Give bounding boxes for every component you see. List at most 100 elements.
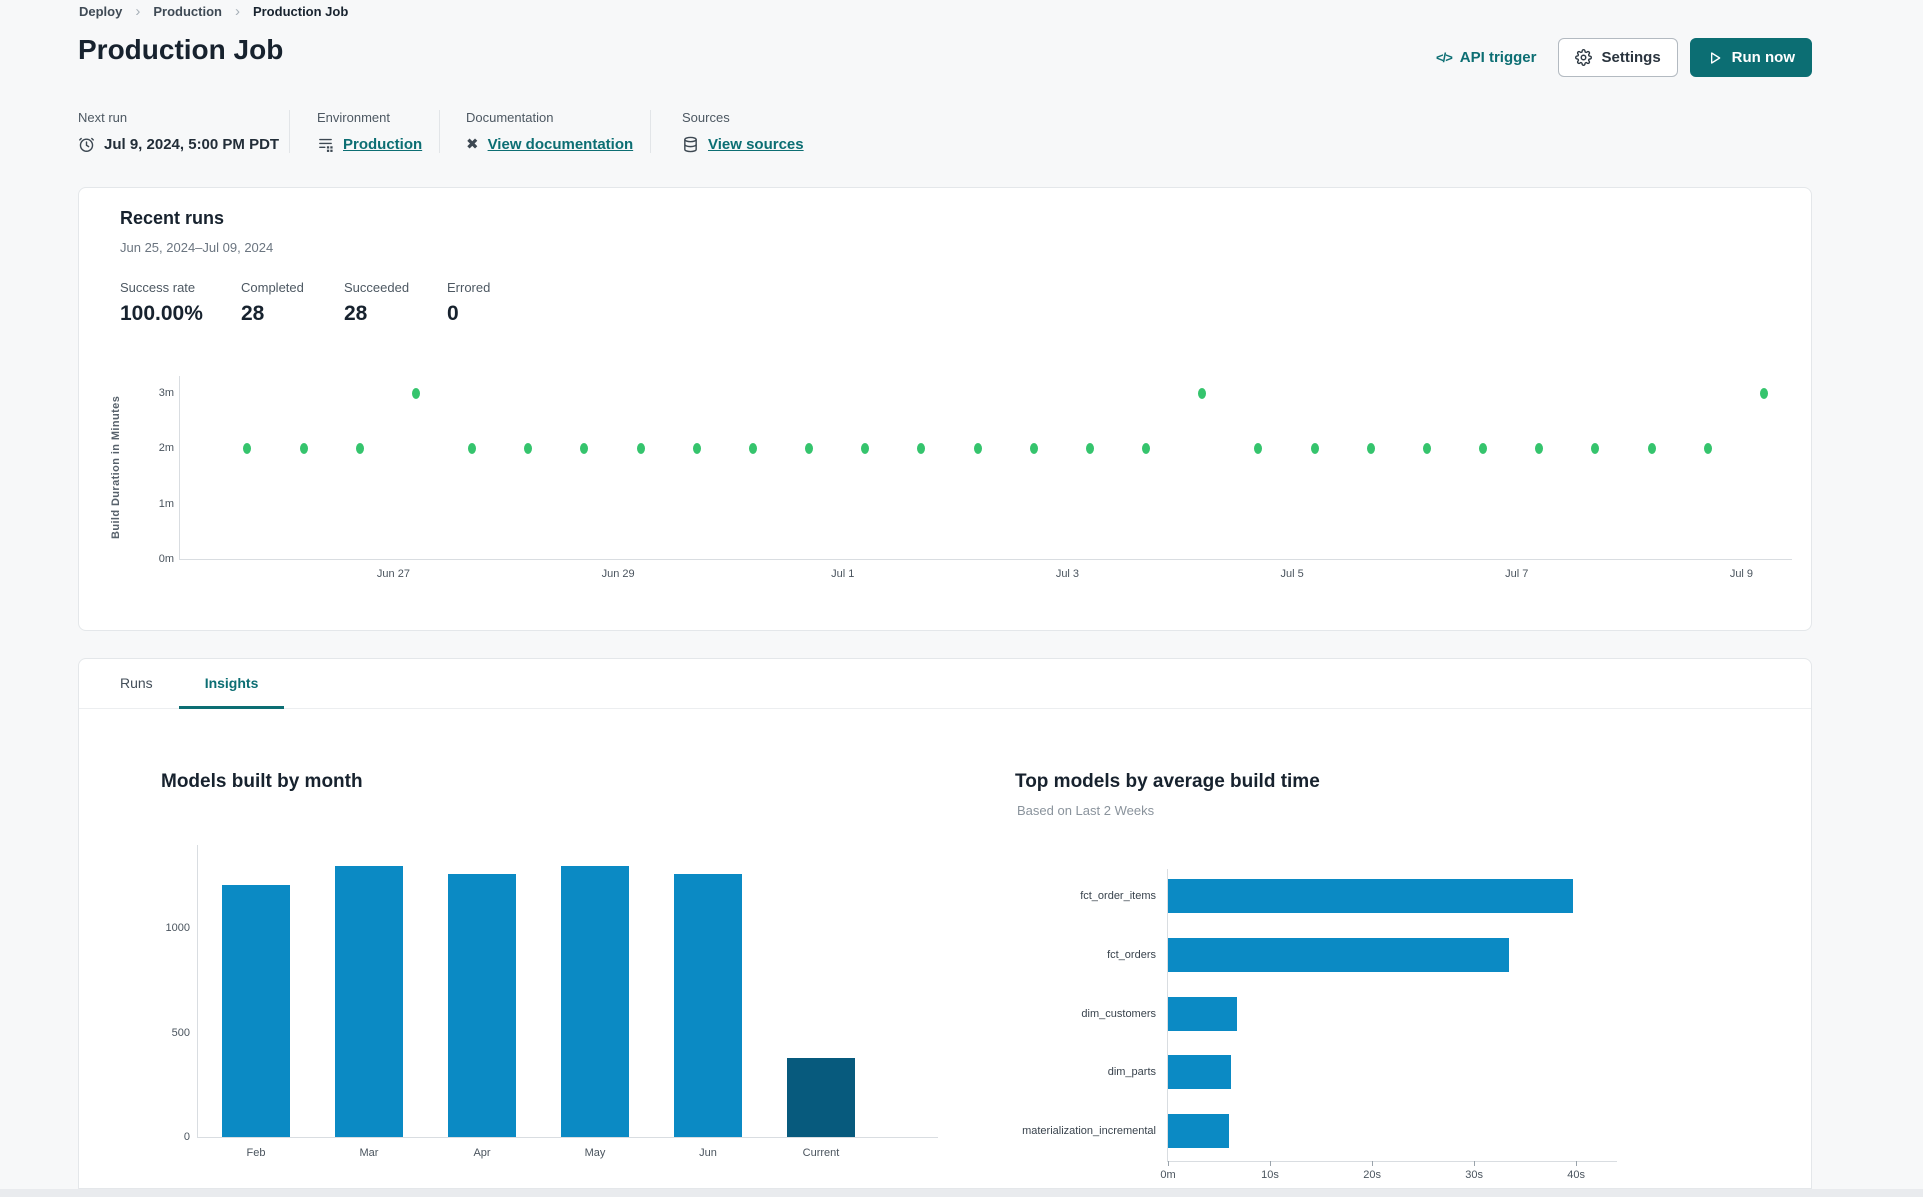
insights-card: Runs Insights Models built by month 0 500 1… (78, 658, 1812, 1189)
breadcrumb-item-production-job[interactable]: Production Job (253, 4, 348, 19)
run-data-point[interactable] (1647, 443, 1656, 455)
topmodels-x-tick-label: 40s (1567, 1169, 1586, 1181)
model-label-dim-parts: dim_parts (1107, 1066, 1156, 1079)
months-chart-title: Models built by month (161, 771, 363, 792)
settings-label: Settings (1601, 49, 1661, 66)
scatter-x-tick-label: Jul 1 (831, 568, 855, 580)
next-run-column: Next run Jul 9, 2024, 5:00 PM PDT (78, 110, 289, 153)
month-x-tick-label: Apr (473, 1147, 491, 1159)
model-label-materialization-incremental: materialization_incremental (1022, 1125, 1156, 1137)
clock-icon (78, 136, 95, 153)
run-data-point[interactable] (1479, 443, 1488, 455)
stat-value: 100.00% (120, 302, 203, 325)
environment-link[interactable]: Production (343, 136, 422, 153)
sources-column: Sources View sources (650, 110, 804, 153)
stat-value: 28 (241, 302, 265, 325)
topmodels-x-tick-mark (1576, 1161, 1578, 1166)
stat-completed: Completed 28 (241, 280, 344, 326)
run-data-point[interactable] (243, 443, 252, 455)
scatter-x-tick-label: Jul 5 (1280, 568, 1304, 580)
run-data-point[interactable] (1591, 443, 1600, 455)
stat-label: Succeeded (344, 280, 410, 295)
model-label-fct-orders: fct_orders (1107, 948, 1156, 961)
run-data-point[interactable] (1366, 443, 1375, 455)
chevron-right-icon: › (135, 3, 141, 20)
scatter-x-tick-label: Jul 9 (1729, 568, 1754, 580)
run-data-point[interactable] (748, 443, 757, 455)
tab-runs[interactable]: Runs (94, 659, 179, 708)
month-x-tick-label: May (584, 1147, 606, 1159)
run-data-point[interactable] (355, 443, 364, 455)
documentation-column: Documentation ✖ View documentation (439, 110, 650, 153)
view-sources-link[interactable]: View sources (708, 136, 804, 153)
model-bar-dim-customers (1168, 996, 1237, 1031)
run-data-point[interactable] (636, 443, 645, 455)
scatter-y-tick-label: 2m (158, 442, 174, 455)
month-x-tick-label: Jun (699, 1147, 717, 1159)
scatter-y-tick-label: 0m (158, 553, 174, 565)
model-bar-materialization-incremental (1168, 1114, 1229, 1148)
breadcrumb-item-deploy[interactable]: Deploy (79, 4, 122, 19)
environment-column: Environment Production (289, 110, 439, 153)
stat-success-rate: Success rate 100.00% (120, 280, 241, 326)
run-data-point[interactable] (861, 443, 870, 455)
scatter-y-tick-label: 3m (158, 386, 174, 399)
run-data-point[interactable] (917, 443, 926, 455)
run-data-point[interactable] (1085, 443, 1094, 455)
tab-insights[interactable]: Insights (178, 659, 285, 709)
month-bar-current (787, 1058, 855, 1137)
run-data-point[interactable] (1029, 443, 1038, 455)
view-documentation-link[interactable]: View documentation (488, 136, 634, 153)
dbt-docs-icon: ✖ (466, 135, 479, 153)
topmodels-x-tick-label: 30s (1465, 1169, 1483, 1181)
next-run-value: Jul 9, 2024, 5:00 PM PDT (104, 136, 280, 153)
recent-runs-date-range: Jun 25, 2024–Jul 09, 2024 (120, 240, 274, 255)
stat-label: Completed (241, 280, 304, 295)
database-icon (682, 136, 699, 153)
run-now-label: Run now (1731, 49, 1795, 66)
month-x-tick-label: Feb (246, 1147, 266, 1159)
breadcrumb-item-production[interactable]: Production (153, 4, 222, 19)
job-info-bar: Next run Jul 9, 2024, 5:00 PM PDT Enviro… (78, 110, 804, 153)
run-data-point[interactable] (524, 443, 533, 455)
run-data-point[interactable] (692, 443, 701, 455)
scatter-x-tick-label: Jun 27 (376, 568, 410, 580)
header-actions: </> API trigger Settings Run now (1436, 38, 1812, 77)
run-data-point[interactable] (411, 387, 420, 399)
run-data-point[interactable] (805, 443, 814, 455)
run-data-point[interactable] (468, 443, 477, 455)
recent-runs-card: Recent runs Jun 25, 2024–Jul 09, 2024 Su… (78, 187, 1812, 631)
run-data-point[interactable] (1310, 443, 1319, 455)
model-label-fct-order-items: fct_order_items (1080, 890, 1156, 902)
run-data-point[interactable] (1422, 443, 1431, 455)
recent-runs-stats: Success rate 100.00% Completed 28 Succeeded 2… (120, 280, 490, 326)
run-data-point[interactable] (1198, 387, 1207, 399)
stat-label: Errored (447, 280, 491, 295)
stat-value: 0 (447, 302, 459, 325)
months-chart-plot: 0 500 1000 Feb Mar Apr May Jun Current (166, 845, 938, 1159)
topmodels-x-tick-label: 0m (1160, 1169, 1176, 1181)
run-data-point[interactable] (1254, 443, 1263, 455)
run-data-point[interactable] (299, 443, 308, 455)
run-data-point[interactable] (1142, 443, 1151, 455)
api-trigger-link[interactable]: </> API trigger (1436, 49, 1536, 66)
run-data-point[interactable] (580, 443, 589, 455)
run-data-point[interactable] (1759, 387, 1768, 399)
scatter-x-tick-label: Jul 7 (1505, 568, 1529, 580)
run-data-point[interactable] (1535, 443, 1544, 455)
months-y-tick-label: 0 (183, 1131, 190, 1143)
topmodels-x-tick-mark (1474, 1161, 1476, 1166)
topmodels-x-tick-mark (1270, 1161, 1272, 1166)
run-now-button[interactable]: Run now (1689, 38, 1812, 77)
month-bar-jun (674, 874, 742, 1137)
stat-value: 28 (344, 302, 368, 325)
settings-button[interactable]: Settings (1558, 38, 1678, 77)
scatter-y-axis-title: Build Duration in Minutes (110, 395, 122, 540)
run-data-point[interactable] (973, 443, 982, 455)
topmodels-x-tick-mark (1372, 1161, 1374, 1166)
horizontal-scrollbar[interactable] (0, 1189, 1923, 1197)
recent-runs-title: Recent runs (120, 208, 225, 228)
scatter-y-tick-label: 1m (158, 497, 174, 510)
run-data-point[interactable] (1703, 443, 1712, 455)
month-x-tick-label: Current (802, 1147, 840, 1159)
